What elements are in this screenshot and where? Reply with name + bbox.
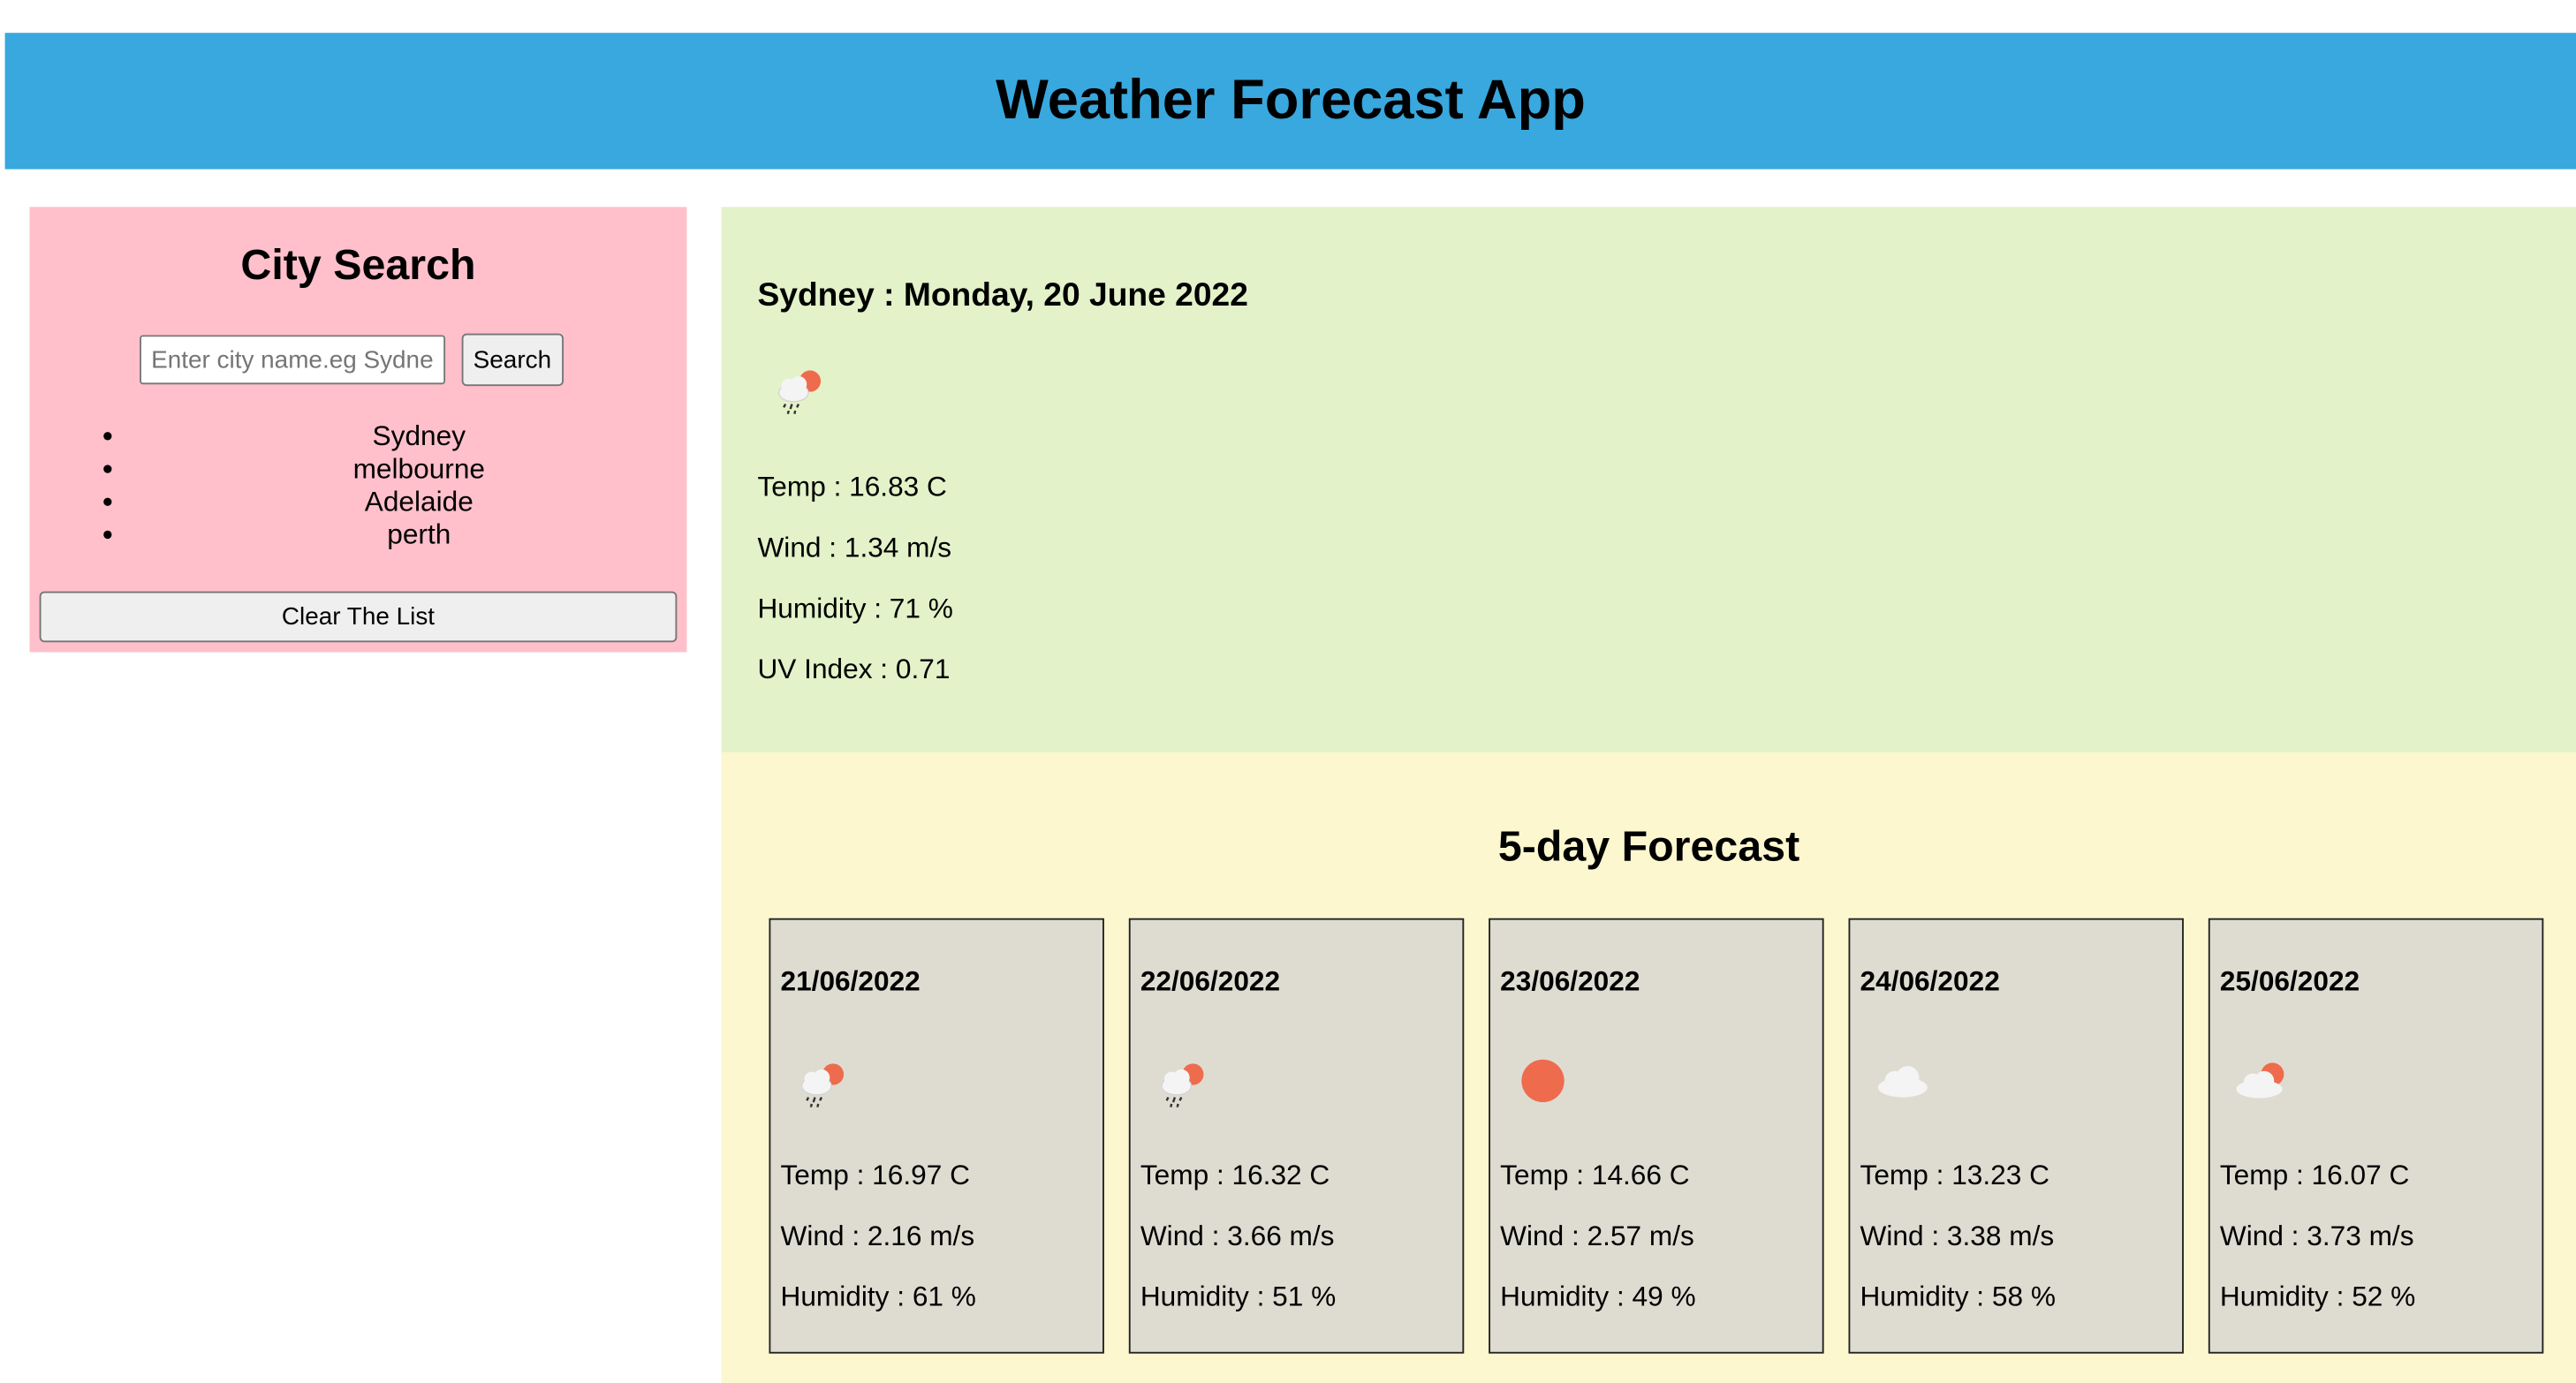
forecast-date: 23/06/2022 <box>1500 965 1640 998</box>
forecast-temp: Temp : 14.66 C <box>1500 1160 1690 1191</box>
forecast-temp: Temp : 16.07 C <box>2219 1160 2410 1191</box>
forecast-humidity: Humidity : 61 % <box>780 1281 976 1313</box>
forecast-title: 5-day Forecast <box>1497 821 1800 871</box>
city-search-panel: City Search Search Sydney melbourne Adel… <box>29 207 687 653</box>
search-row: Search <box>140 333 564 387</box>
current-uv-index: UV Index : 0.71 <box>757 654 951 685</box>
forecast-wind: Wind : 2.16 m/s <box>780 1220 975 1252</box>
forecast-card: 23/06/2022 Temp : 14.66 C Wind : 2.57 m/… <box>1489 918 1824 1354</box>
forecast-humidity: Humidity : 51 % <box>1140 1281 1337 1313</box>
current-weather-title: Sydney : Monday, 20 June 2022 <box>757 277 1248 314</box>
forecast-card: 24/06/2022 Temp : 13.23 C Wind : 3.38 m/… <box>1848 918 2184 1354</box>
city-search-title: City Search <box>240 239 476 290</box>
forecast-date: 22/06/2022 <box>1140 965 1281 998</box>
forecast-date: 25/06/2022 <box>2219 965 2360 998</box>
current-weather-panel: Sydney : Monday, 20 June 2022 Temp : 16.… <box>721 207 2576 752</box>
forecast-wind: Wind : 3.66 m/s <box>1140 1220 1335 1252</box>
cloud-icon <box>1877 1066 1928 1098</box>
search-history-list: Sydney melbourne Adelaide perth <box>82 420 707 552</box>
forecast-panel: 5-day Forecast 21/06/2022 Temp : 16.97 C… <box>721 752 2576 1383</box>
forecast-temp: Temp : 16.32 C <box>1140 1160 1330 1191</box>
history-item-adelaide[interactable]: Adelaide <box>132 487 707 519</box>
history-item-melbourne[interactable]: melbourne <box>132 453 707 486</box>
current-temp: Temp : 16.83 C <box>757 471 947 503</box>
forecast-temp: Temp : 16.97 C <box>780 1160 970 1191</box>
clear-list-button[interactable]: Clear The List <box>39 591 678 643</box>
current-wind: Wind : 1.34 m/s <box>757 532 952 563</box>
history-item-sydney[interactable]: Sydney <box>132 420 707 453</box>
history-item-perth[interactable]: perth <box>132 519 707 552</box>
city-search-input[interactable] <box>140 335 446 385</box>
rain-sun-icon <box>801 1063 845 1107</box>
forecast-card: 21/06/2022 Temp : 16.97 C Wind : 2.16 m/… <box>769 918 1104 1354</box>
forecast-humidity: Humidity : 49 % <box>1500 1281 1696 1313</box>
forecast-humidity: Humidity : 58 % <box>1860 1281 2056 1313</box>
forecast-card: 25/06/2022 Temp : 16.07 C Wind : 3.73 m/… <box>2208 918 2544 1354</box>
rain-sun-icon <box>1161 1063 1204 1107</box>
app-title: Weather Forecast App <box>996 69 1586 132</box>
rain-sun-icon <box>778 370 822 415</box>
app-root: Weather Forecast App City Search Search … <box>0 0 2576 1383</box>
cloud-sun-icon <box>2236 1062 2284 1099</box>
forecast-date: 24/06/2022 <box>1860 965 2000 998</box>
forecast-wind: Wind : 3.38 m/s <box>1860 1220 2055 1252</box>
current-humidity: Humidity : 71 % <box>757 593 953 624</box>
forecast-wind: Wind : 3.73 m/s <box>2219 1220 2414 1252</box>
search-button[interactable]: Search <box>461 333 564 387</box>
forecast-card: 22/06/2022 Temp : 16.32 C Wind : 3.66 m/… <box>1128 918 1465 1354</box>
forecast-wind: Wind : 2.57 m/s <box>1500 1220 1694 1252</box>
forecast-date: 21/06/2022 <box>780 965 921 998</box>
app-header: Weather Forecast App <box>4 33 2576 170</box>
forecast-humidity: Humidity : 52 % <box>2219 1281 2416 1313</box>
sun-icon <box>1521 1059 1565 1103</box>
forecast-temp: Temp : 13.23 C <box>1860 1160 2049 1191</box>
